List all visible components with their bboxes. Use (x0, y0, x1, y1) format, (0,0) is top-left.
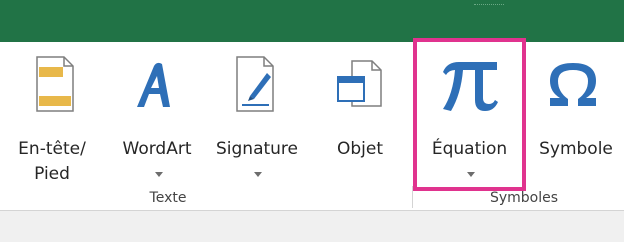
ribbon-footer-band (0, 210, 624, 242)
group-label-symboles: Symboles (489, 190, 559, 206)
object-label: Objet (336, 139, 384, 159)
title-bar-grip (474, 4, 504, 9)
wordart-icon (137, 62, 170, 107)
signature-dropdown-caret[interactable] (254, 172, 262, 177)
omega-icon (550, 63, 596, 106)
group-label-texte: Texte (149, 190, 187, 206)
header-footer-label-line1: En-tête/ (18, 139, 86, 159)
header-footer-label-line2: Pied (34, 164, 70, 184)
symbol-label: Symbole (539, 139, 613, 159)
equation-highlight-box (413, 38, 526, 191)
wordart-label: WordArt (122, 139, 192, 159)
header-footer-icon (36, 56, 74, 112)
wordart-dropdown-caret[interactable] (155, 172, 163, 177)
signature-label: Signature (215, 139, 298, 159)
ribbon-title-bar (0, 0, 624, 42)
signature-icon (236, 56, 274, 112)
object-icon (337, 60, 382, 107)
